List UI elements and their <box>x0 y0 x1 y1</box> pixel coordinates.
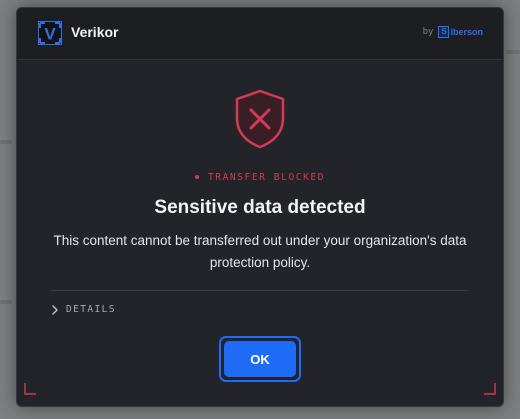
brand-by-label: by <box>422 27 434 37</box>
dialog-message: This content cannot be transferred out u… <box>53 233 467 270</box>
siberson-logo: S iberson <box>438 26 483 38</box>
vendor-brand: by S iberson <box>423 26 483 38</box>
ok-button[interactable]: OK <box>224 341 296 377</box>
chevron-right-icon <box>52 304 58 315</box>
brand-initial: S <box>438 26 450 38</box>
dialog-headline: Sensitive data detected <box>154 197 366 218</box>
shield-x-icon <box>235 89 285 149</box>
details-label: DETAILS <box>66 304 116 315</box>
details-divider <box>51 290 468 291</box>
verikor-logo-icon: V <box>38 21 62 45</box>
status-label: TRANSFER BLOCKED <box>17 172 503 183</box>
dialog-titlebar: V Verikor by S iberson <box>17 8 503 60</box>
ok-button-focus-ring: OK <box>219 336 301 382</box>
svg-text:V: V <box>44 25 56 44</box>
details-toggle[interactable]: DETAILS <box>51 304 116 315</box>
dlp-block-dialog: V Verikor by S iberson TRANSFER BLOCKED … <box>16 7 504 407</box>
corner-bracket-bottom-left <box>24 383 36 395</box>
corner-bracket-bottom-right <box>484 383 496 395</box>
status-dot-icon <box>194 174 199 179</box>
app-title: Verikor <box>71 24 119 40</box>
status-text: TRANSFER BLOCKED <box>207 172 326 183</box>
brand-name: iberson <box>450 27 483 37</box>
